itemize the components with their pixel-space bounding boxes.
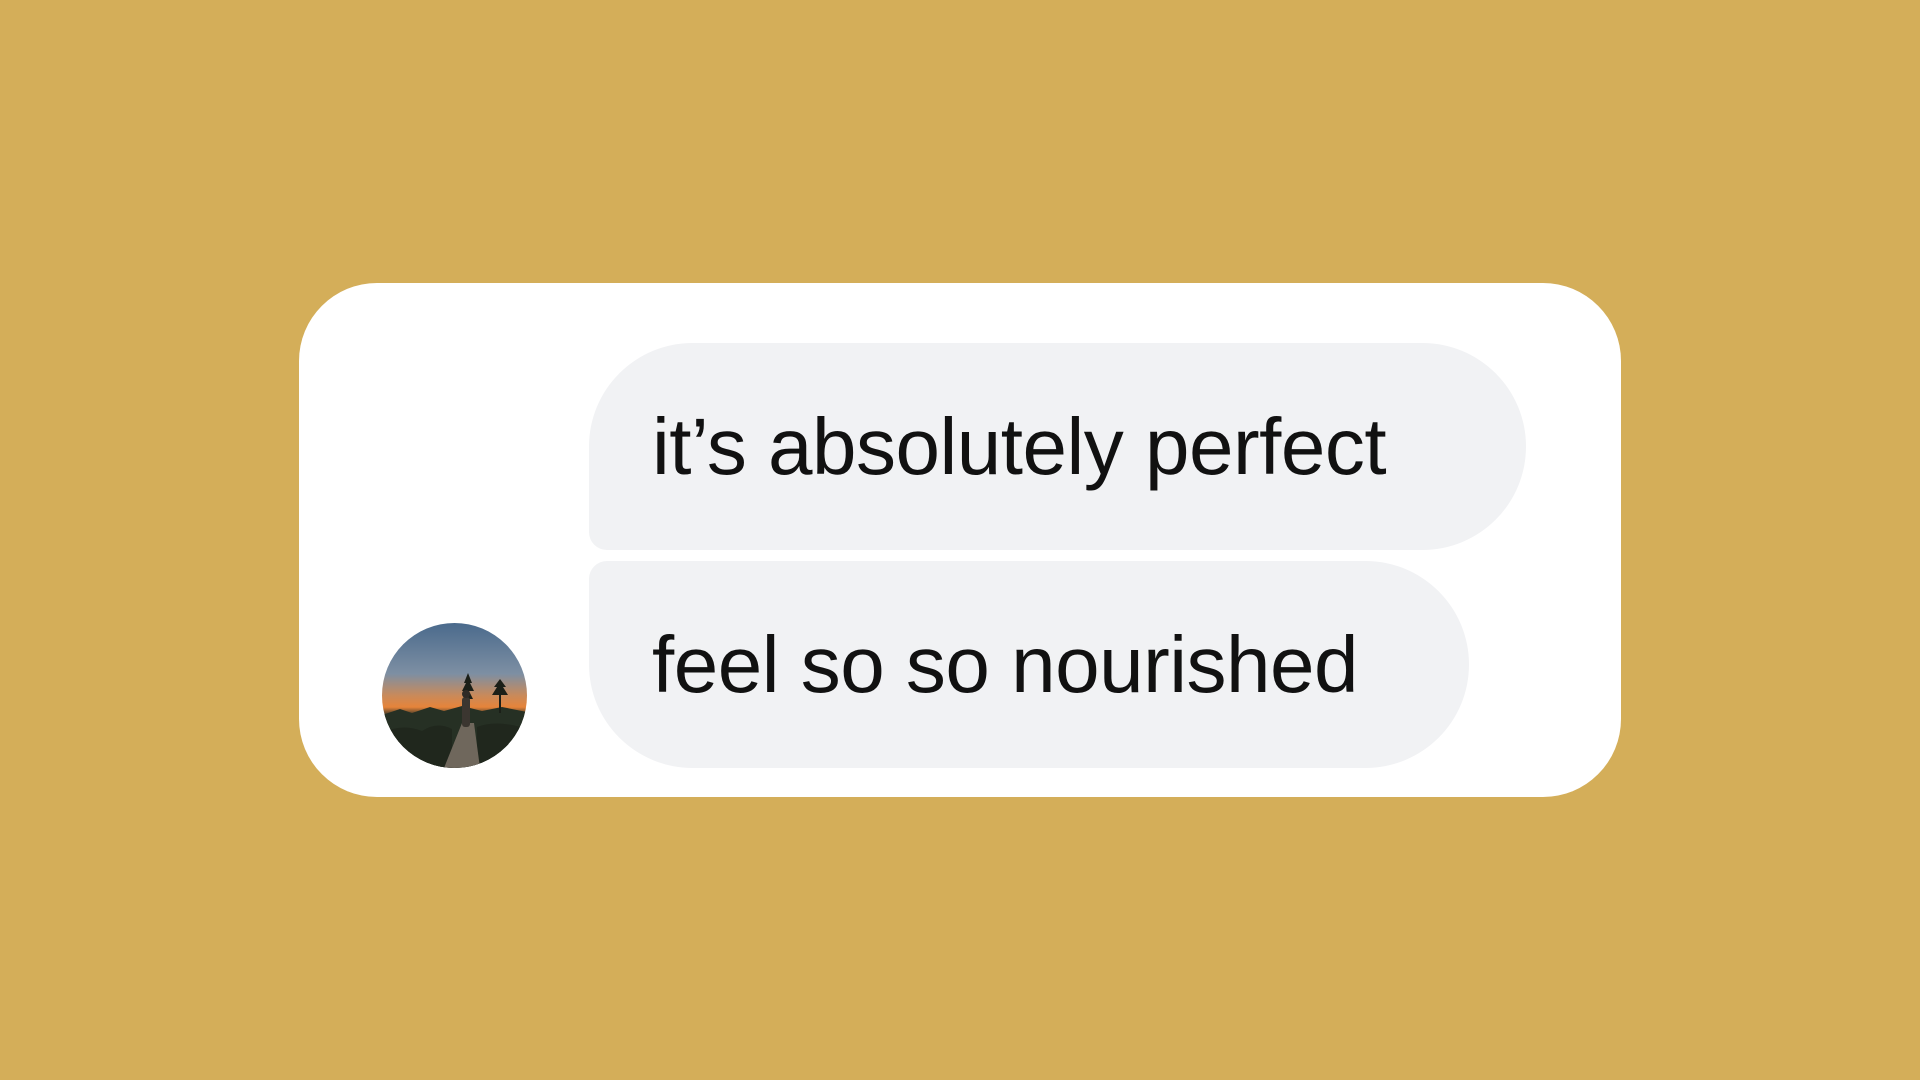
- page-background: it’s absolutely perfect feel so so nouri…: [0, 0, 1920, 1080]
- message-thread-card: it’s absolutely perfect feel so so nouri…: [299, 283, 1621, 797]
- message-bubble[interactable]: it’s absolutely perfect: [589, 343, 1526, 550]
- message-text: it’s absolutely perfect: [652, 401, 1387, 491]
- message-bubble[interactable]: feel so so nourished: [589, 561, 1469, 768]
- avatar[interactable]: [382, 623, 527, 768]
- message-text: feel so so nourished: [652, 619, 1359, 709]
- profile-photo-icon: [382, 623, 527, 768]
